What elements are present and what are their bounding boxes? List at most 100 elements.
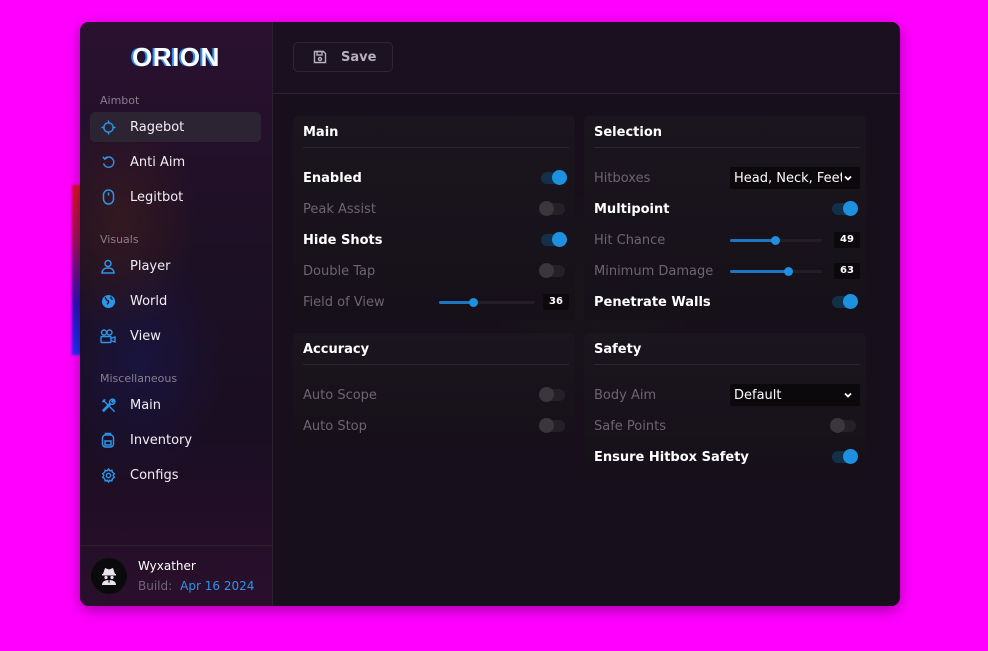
sidebar-item-main[interactable]: Main [90,390,261,420]
setting-enabled: Enabled [303,168,569,188]
setting-penetrate-walls: Penetrate Walls [594,292,860,312]
slider-thumb[interactable] [468,298,478,307]
auto-stop-toggle[interactable] [539,418,565,433]
hide-shots-toggle[interactable] [541,232,567,247]
spy-icon [102,568,116,585]
toolbar: Save [273,22,900,94]
tools-icon [100,397,116,413]
crosshair-icon [100,119,116,135]
app-window: ORION Aimbot Ragebot Anti Aim Legitbot V… [80,22,900,606]
panel-title: Selection [594,125,663,140]
setting-minimum-damage: Minimum Damage 63 [594,261,860,281]
sidebar-item-ragebot[interactable]: Ragebot [90,112,261,142]
setting-label: Field of View [303,294,385,310]
hitboxes-select[interactable]: Head, Neck, Feet [730,167,860,189]
panel-title: Accuracy [303,342,370,357]
setting-label: Minimum Damage [594,263,714,279]
sidebar-item-label: Inventory [130,432,193,448]
peak-assist-toggle[interactable] [539,201,565,216]
body-aim-select[interactable]: Default [730,384,860,406]
enabled-toggle[interactable] [541,170,567,185]
ensure-hitbox-safety-toggle[interactable] [832,449,858,464]
section-label-miscellaneous: Miscellaneous [100,372,178,385]
field-of-view-slider[interactable] [439,298,535,307]
save-button[interactable]: Save [293,42,393,72]
minimum-damage-value[interactable]: 63 [834,263,860,279]
sidebar-item-view[interactable]: View [90,321,261,351]
multipoint-toggle[interactable] [832,201,858,216]
divider [303,147,569,148]
auto-scope-toggle[interactable] [539,387,565,402]
setting-safe-points: Safe Points [594,416,860,436]
chevron-down-icon [842,389,854,401]
setting-auto-scope: Auto Scope [303,385,569,405]
panel-safety: Safety Body Aim Default Safe Points Ensu… [584,333,866,475]
chevron-down-icon [842,172,854,184]
sidebar-item-world[interactable]: World [90,286,261,316]
sidebar-item-player[interactable]: Player [90,251,261,281]
hit-chance-slider[interactable] [730,236,822,245]
sidebar-item-legitbot[interactable]: Legitbot [90,182,261,212]
setting-label: Hitboxes [594,170,651,186]
setting-label: Safe Points [594,418,666,434]
setting-label: Ensure Hitbox Safety [594,449,749,465]
build-date: Apr 16 2024 [180,579,255,593]
avatar[interactable] [91,558,127,594]
sidebar-item-anti-aim[interactable]: Anti Aim [90,147,261,177]
divider [594,147,860,148]
username: Wyxather [138,559,196,573]
sidebar-item-inventory[interactable]: Inventory [90,425,261,455]
panel-title: Main [303,125,339,140]
setting-label: Hide Shots [303,232,383,248]
floppy-disk-icon [313,50,327,64]
hit-chance-value[interactable]: 49 [834,232,860,248]
globe-icon [100,293,116,309]
sidebar-item-label: Anti Aim [130,154,186,170]
gear-icon [100,467,116,483]
app-logo: ORION [132,42,220,72]
sidebar-item-label: Player [130,258,171,274]
panel-accuracy: Accuracy Auto Scope Auto Stop [293,333,575,445]
setting-label: Body Aim [594,387,657,403]
setting-label: Hit Chance [594,232,666,248]
sidebar-item-label: View [130,328,161,344]
double-tap-toggle[interactable] [539,263,565,278]
setting-label: Multipoint [594,201,670,217]
field-of-view-value[interactable]: 36 [543,294,569,310]
penetrate-walls-toggle[interactable] [832,294,858,309]
setting-label: Peak Assist [303,201,376,217]
build-info: Build: Apr 16 2024 [138,579,254,593]
sidebar: ORION Aimbot Ragebot Anti Aim Legitbot V… [80,22,273,606]
setting-label: Enabled [303,170,362,186]
setting-hitboxes: Hitboxes Head, Neck, Feet [594,167,860,189]
camera-icon [100,328,116,344]
setting-peak-assist: Peak Assist [303,199,569,219]
slider-thumb[interactable] [783,267,793,276]
section-label-visuals: Visuals [100,233,139,246]
setting-field-of-view: Field of View 36 [303,292,569,312]
sidebar-item-label: Legitbot [130,189,184,205]
sidebar-item-label: Configs [130,467,179,483]
setting-double-tap: Double Tap [303,261,569,281]
setting-body-aim: Body Aim Default [594,384,860,406]
setting-hit-chance: Hit Chance 49 [594,230,860,250]
slider-thumb[interactable] [771,236,781,245]
minimum-damage-slider[interactable] [730,267,822,276]
user-icon [100,258,116,274]
select-value: Default [734,387,782,403]
panel-main: Main Enabled Peak Assist Hide Shots Doub… [293,116,575,320]
safe-points-toggle[interactable] [830,418,856,433]
divider [303,364,569,365]
section-label-aimbot: Aimbot [100,94,140,107]
sidebar-item-label: Ragebot [130,119,185,135]
select-value: Head, Neck, Feet [734,170,842,186]
build-label: Build: [138,579,173,593]
sidebar-item-label: World [130,293,168,309]
sidebar-item-label: Main [130,397,162,413]
setting-ensure-hitbox-safety: Ensure Hitbox Safety [594,447,860,467]
save-button-label: Save [341,49,377,65]
settings-content: Main Enabled Peak Assist Hide Shots Doub… [273,94,900,606]
setting-label: Auto Scope [303,387,377,403]
sidebar-item-configs[interactable]: Configs [90,460,261,490]
divider [594,364,860,365]
